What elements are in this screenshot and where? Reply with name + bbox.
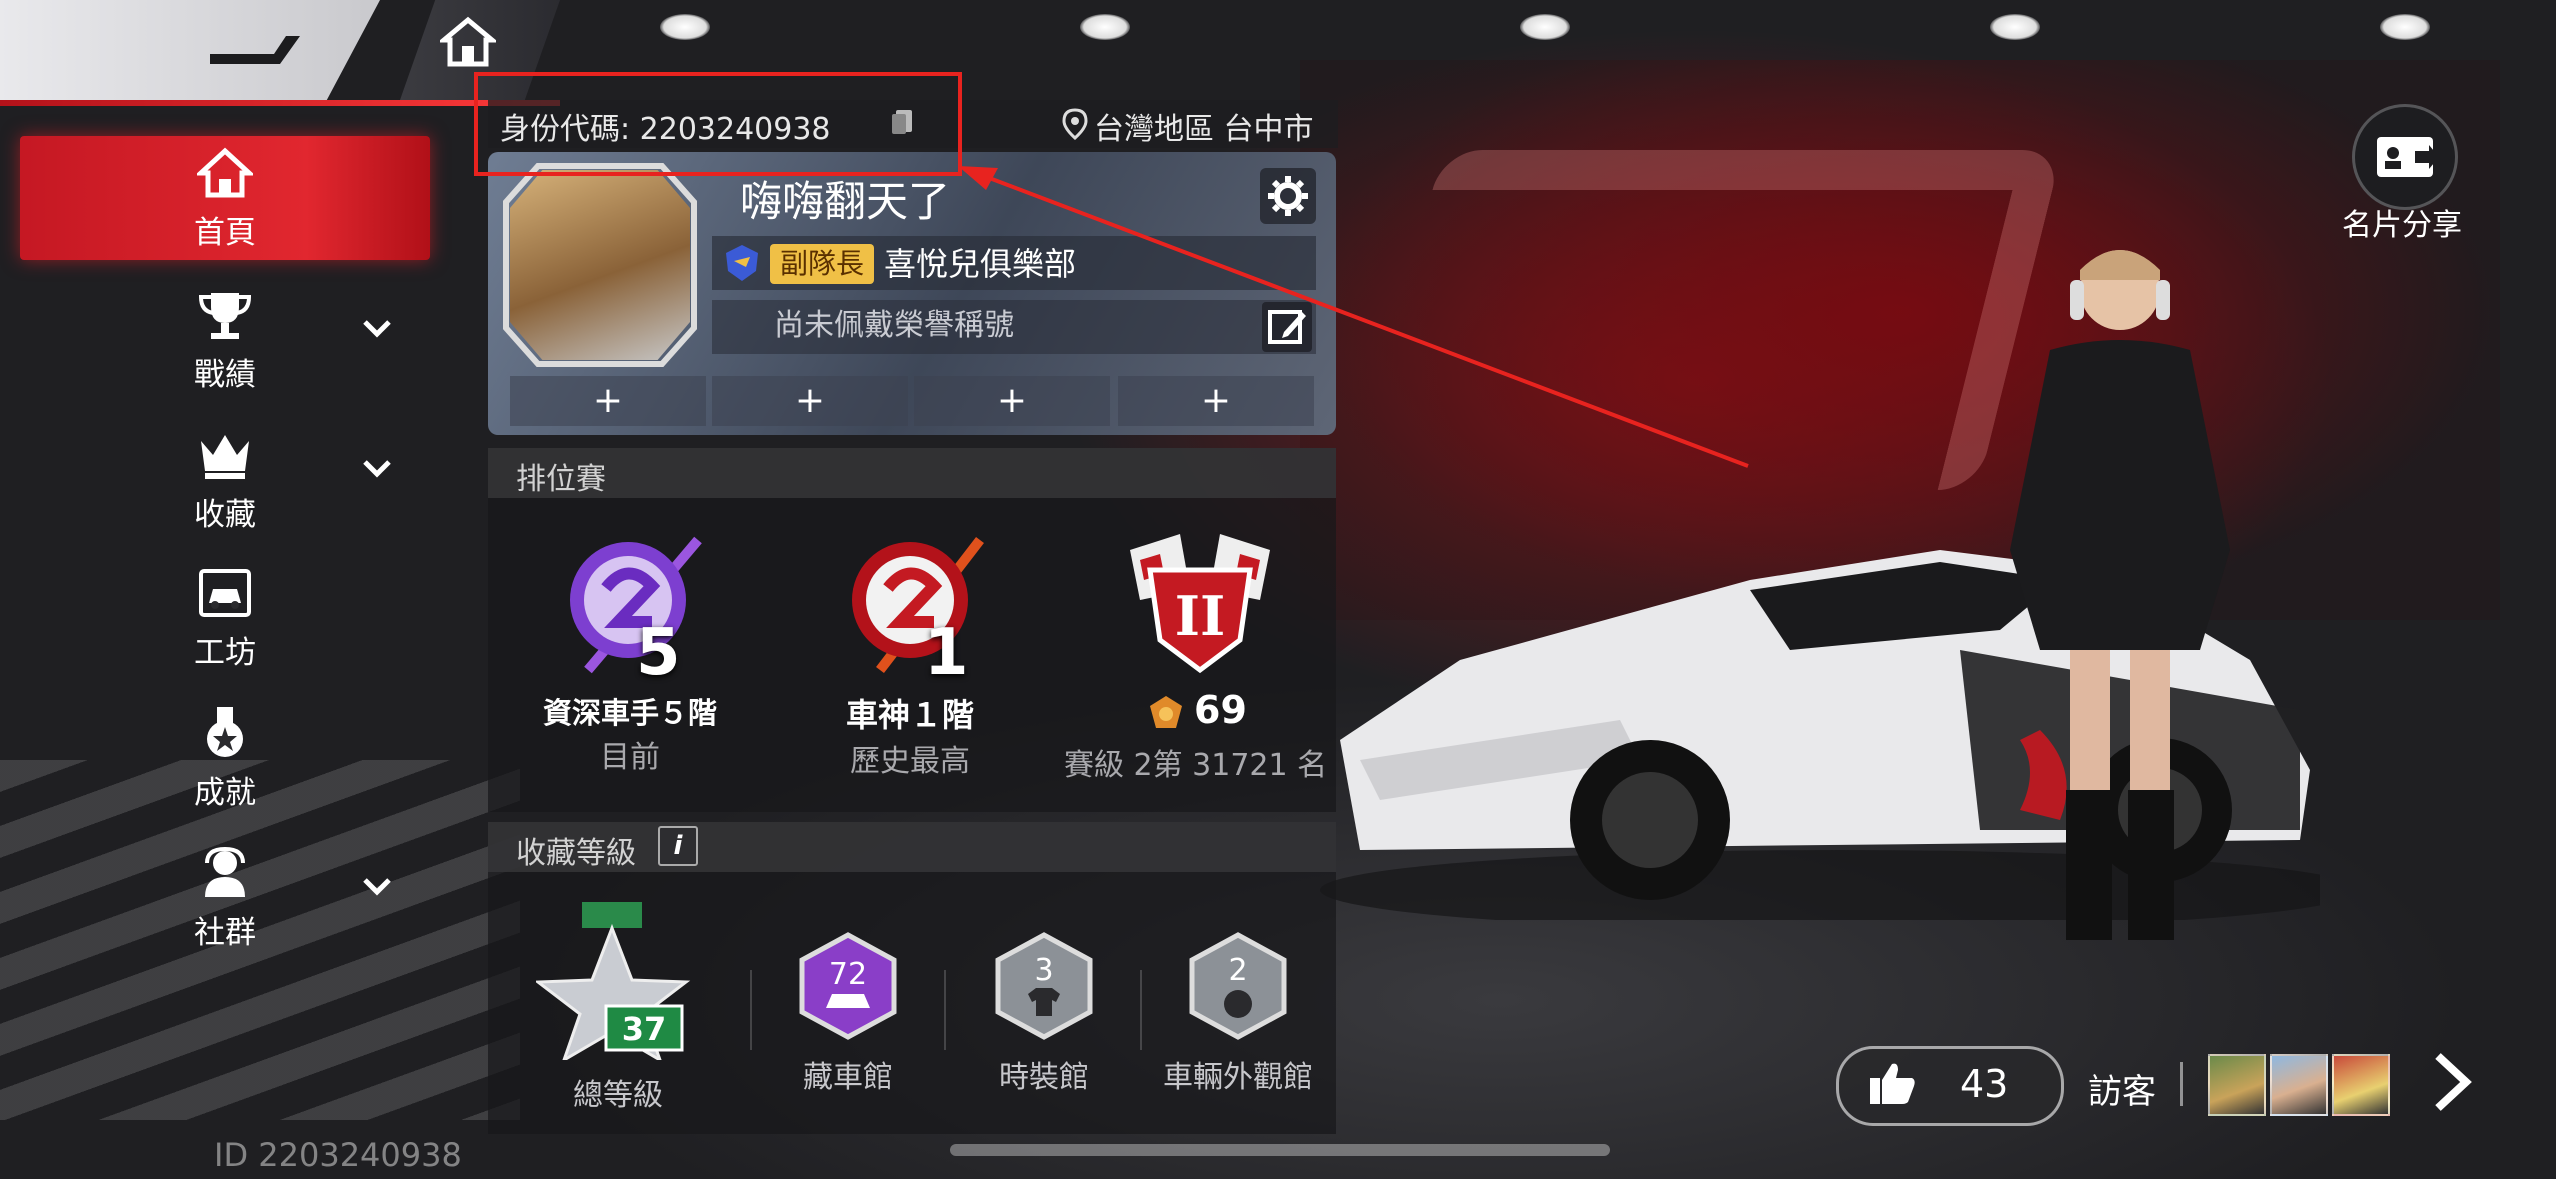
sidebar-item-records[interactable]: 戰績 xyxy=(20,278,430,402)
ceiling-light xyxy=(660,14,710,40)
sidebar-item-community[interactable]: 社群 xyxy=(20,836,430,960)
current-rank-emblem[interactable] xyxy=(548,530,718,680)
sidebar-item-label: 戰績 xyxy=(194,356,256,393)
exterior-hall-level: 2 xyxy=(1228,953,1247,988)
current-rank-name: 資深車手５階 xyxy=(542,696,717,730)
car-hall-badge[interactable]: 72 xyxy=(798,932,898,1040)
sidebar-item-home[interactable]: 首頁 xyxy=(20,136,430,260)
sidebar-item-collection[interactable]: 收藏 xyxy=(20,418,430,542)
chevron-down-icon[interactable] xyxy=(362,876,392,896)
chevron-down-icon[interactable] xyxy=(362,318,392,338)
divider xyxy=(1140,970,1142,1050)
badge-slot[interactable]: + xyxy=(510,376,706,426)
sidebar-item-label: 社群 xyxy=(194,914,256,951)
ceiling-light xyxy=(1080,14,1130,40)
sidebar-item-workshop[interactable]: 工坊 xyxy=(20,556,430,680)
car-hall-level: 72 xyxy=(829,957,867,992)
character-avatar[interactable] xyxy=(1980,230,2250,970)
season-points: 69 xyxy=(1194,688,1247,732)
sidebar-item-label: 工坊 xyxy=(194,634,256,671)
wall-logo xyxy=(1357,150,2063,490)
back-arrow-icon xyxy=(210,36,300,64)
home-icon[interactable] xyxy=(440,16,496,68)
divider xyxy=(750,970,752,1050)
ceiling-light xyxy=(2380,14,2430,40)
medal-icon xyxy=(207,706,243,757)
highlight-box xyxy=(474,72,962,176)
edit-icon xyxy=(1268,310,1306,344)
crown-icon xyxy=(201,434,249,479)
trophy-icon xyxy=(198,292,252,339)
club-name[interactable]: 喜悅兒俱樂部 xyxy=(884,244,1076,284)
sidebar-item-label: 成就 xyxy=(194,774,256,811)
best-rank-emblem[interactable] xyxy=(830,530,1000,680)
ceiling-light xyxy=(1520,14,1570,40)
visitor-avatar[interactable] xyxy=(2270,1054,2328,1116)
overall-level-label: 總等級 xyxy=(573,1078,663,1113)
fashion-hall-level: 3 xyxy=(1034,953,1053,988)
best-tier-number: 1 xyxy=(924,616,969,690)
divider xyxy=(2180,1062,2183,1106)
badge-slot[interactable]: + xyxy=(712,376,908,426)
gear-icon xyxy=(1268,176,1308,216)
collection-title: 收藏等級 xyxy=(516,836,636,871)
honor-title: 尚未佩戴榮譽稱號 xyxy=(774,308,1014,343)
overall-level-emblem[interactable]: 37 xyxy=(536,900,706,1060)
fashion-hall-label: 時裝館 xyxy=(999,1060,1089,1095)
season-rank-emblem[interactable]: II xyxy=(1120,530,1280,680)
ceiling-light xyxy=(1990,14,2040,40)
ranked-title: 排位賽 xyxy=(516,462,606,497)
current-rank: 資深車手５階 目前 xyxy=(520,690,740,776)
player-name: 嗨嗨翻天了 xyxy=(740,177,951,226)
chevron-down-icon[interactable] xyxy=(362,458,392,478)
exterior-hall-label: 車輛外觀館 xyxy=(1163,1060,1313,1095)
club-role-badge: 副隊長 xyxy=(770,244,875,284)
visitor-avatar[interactable] xyxy=(2332,1054,2390,1116)
visitor-avatar[interactable] xyxy=(2208,1054,2266,1116)
badge-slot[interactable]: + xyxy=(914,376,1110,426)
chevron-right-icon[interactable] xyxy=(2430,1050,2474,1114)
club-emblem-icon xyxy=(726,245,758,281)
business-card-icon xyxy=(2377,137,2439,177)
divider xyxy=(944,970,946,1050)
season-roman-numeral: II xyxy=(1175,584,1226,648)
garage-car-icon xyxy=(199,568,251,617)
visitors-label: 訪客 xyxy=(2088,1072,2156,1112)
sidebar-item-achievements[interactable]: 成就 xyxy=(20,696,430,820)
sidebar-item-label: 收藏 xyxy=(194,496,256,533)
share-card-label: 名片分享 xyxy=(2342,208,2462,243)
thumbs-up-icon xyxy=(1870,1063,1915,1104)
best-rank-name: 車神１階 xyxy=(845,696,974,734)
current-tier-number: 5 xyxy=(636,616,681,690)
current-rank-sub: 目前 xyxy=(600,740,660,775)
exterior-hall-badge[interactable]: 2 xyxy=(1188,932,1288,1040)
best-rank: 車神１階 歷史最高 xyxy=(790,690,1030,780)
location-pin-icon xyxy=(1062,108,1088,140)
home-icon xyxy=(197,147,253,197)
ranked-panel-header xyxy=(488,448,1336,498)
badge-slot[interactable]: + xyxy=(1118,376,1314,426)
season-points-icon xyxy=(1150,696,1182,728)
like-count: 43 xyxy=(1960,1062,2009,1106)
car-hall-label: 藏車館 xyxy=(803,1060,893,1095)
share-card-button[interactable] xyxy=(2352,104,2458,210)
community-icon xyxy=(205,846,245,897)
best-rank-sub: 歷史最高 xyxy=(850,744,970,779)
back-button[interactable] xyxy=(0,0,380,100)
avatar-frame xyxy=(503,163,697,367)
footer-id: ID 2203240938 xyxy=(214,1136,462,1174)
info-icon[interactable]: i xyxy=(658,826,698,866)
fashion-hall-badge[interactable]: 3 xyxy=(994,932,1094,1040)
sidebar: 首頁 戰績 收藏 工坊 成就 社群 xyxy=(20,130,430,990)
season-ranking: 賽級 2第 31721 名 xyxy=(1064,748,1328,783)
overall-level-value: 37 xyxy=(622,1010,667,1048)
sidebar-item-label: 首頁 xyxy=(194,214,256,251)
home-indicator[interactable] xyxy=(950,1144,1610,1156)
player-location: 台灣地區 台中市 xyxy=(1094,112,1314,147)
edit-title-button[interactable] xyxy=(1262,302,1312,352)
settings-button[interactable] xyxy=(1260,168,1316,224)
